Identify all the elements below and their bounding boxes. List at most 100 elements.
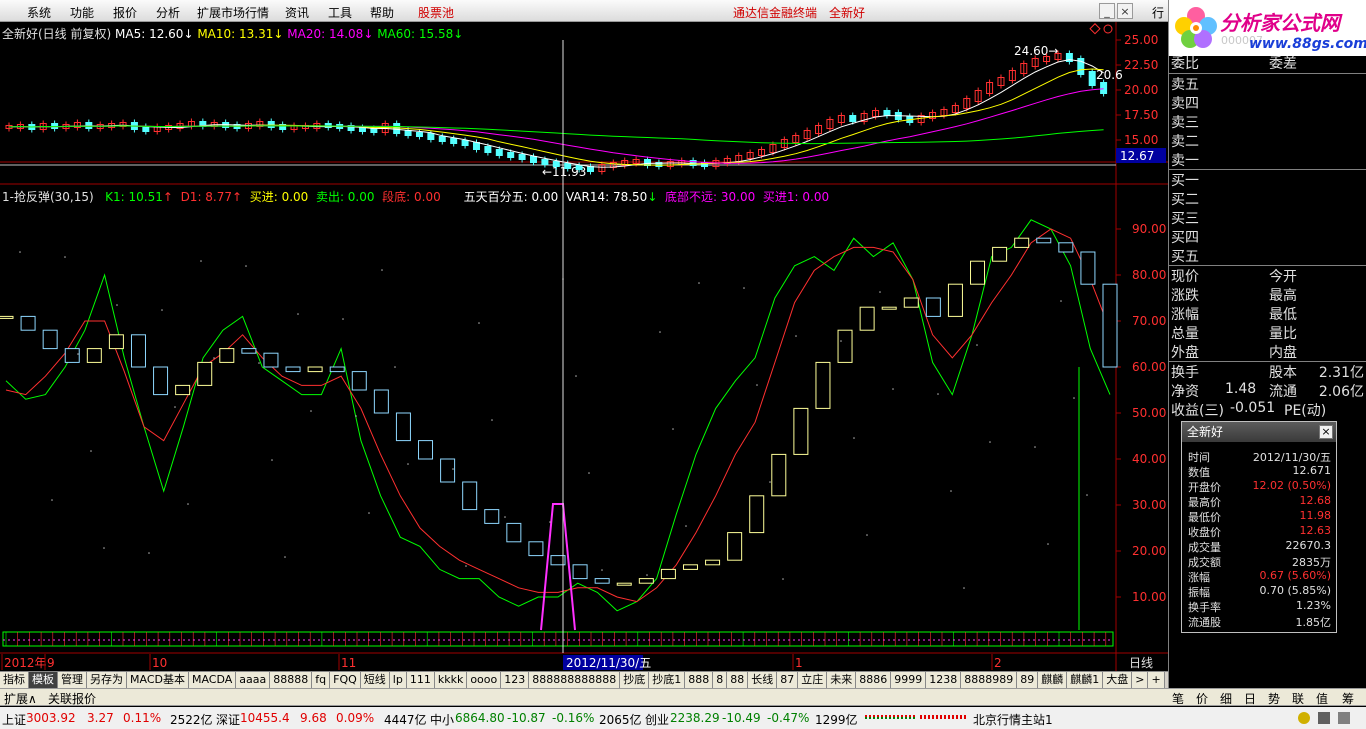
tab-value[interactable]: 值 bbox=[1316, 690, 1328, 707]
tab-related-quote[interactable]: 关联报价 bbox=[48, 690, 96, 707]
bid5-label: 买五 bbox=[1171, 249, 1199, 265]
indicator-tick-label: 40.00 bbox=[1132, 452, 1166, 466]
template-tab[interactable]: 麒麟 bbox=[1038, 672, 1068, 688]
tab-detail[interactable]: 细 bbox=[1220, 690, 1232, 707]
menu-extended-market[interactable]: 扩展市场行情 bbox=[197, 4, 269, 21]
var14-bar bbox=[307, 366, 323, 373]
scatter-dot bbox=[368, 512, 370, 514]
menu-quote[interactable]: 报价 bbox=[113, 4, 137, 21]
template-tab[interactable]: oooo bbox=[467, 672, 502, 688]
template-tab[interactable]: 短线 bbox=[360, 672, 390, 688]
tray-icon[interactable] bbox=[1338, 712, 1350, 724]
tab-daily[interactable]: 日 bbox=[1244, 690, 1256, 707]
tab-trades[interactable]: 笔 bbox=[1172, 690, 1184, 707]
template-tab[interactable]: 8 bbox=[713, 672, 728, 688]
change-pct-label: 涨幅 bbox=[1171, 307, 1199, 323]
template-tab[interactable]: + bbox=[1148, 672, 1165, 688]
date-axis-label: 2012年 bbox=[4, 656, 47, 670]
template-tab[interactable]: 抄底 bbox=[620, 672, 650, 688]
popup-row-label: 振幅 bbox=[1188, 586, 1210, 599]
template-tab[interactable]: 87 bbox=[777, 672, 799, 688]
template-tab[interactable]: 88888 bbox=[270, 672, 313, 688]
bid4-label: 买四 bbox=[1171, 230, 1199, 246]
tab-linked[interactable]: 联 bbox=[1292, 690, 1304, 707]
template-tab[interactable]: 麒麟1 bbox=[1067, 672, 1104, 688]
template-tab[interactable]: lp bbox=[389, 672, 407, 688]
menu-system[interactable]: 系统 bbox=[27, 4, 51, 21]
template-tab[interactable]: FQQ bbox=[330, 672, 361, 688]
menu-info[interactable]: 资讯 bbox=[285, 4, 309, 21]
popup-titlebar[interactable]: 全新好 bbox=[1182, 422, 1336, 442]
template-tab[interactable]: 另存为 bbox=[87, 672, 127, 688]
main-candle bbox=[404, 130, 412, 136]
menu-function[interactable]: 功能 bbox=[70, 4, 94, 21]
tab-trend[interactable]: 势 bbox=[1268, 690, 1280, 707]
template-tab[interactable]: 89 bbox=[1017, 672, 1039, 688]
template-tab[interactable]: 立庄 bbox=[798, 672, 828, 688]
template-tab[interactable]: 模板 bbox=[29, 672, 58, 688]
template-tab[interactable]: 抄底1 bbox=[649, 672, 686, 688]
var14-bar bbox=[771, 453, 787, 497]
minimize-icon[interactable]: _ bbox=[1099, 3, 1115, 19]
scatter-dot bbox=[950, 490, 952, 492]
template-tab[interactable]: 123 bbox=[501, 672, 530, 688]
tab-price[interactable]: 价 bbox=[1196, 690, 1208, 707]
tab-expand[interactable]: 扩展∧ bbox=[4, 690, 37, 707]
template-tab[interactable]: kkkk bbox=[434, 672, 468, 688]
template-tab[interactable]: 88 bbox=[727, 672, 749, 688]
template-tab[interactable]: 888 bbox=[685, 672, 714, 688]
template-tab[interactable]: 8888989 bbox=[961, 672, 1018, 688]
template-tab[interactable]: MACD基本 bbox=[127, 672, 189, 688]
chart-area[interactable]: 25.00 22.50 20.00 17.50 15.00 12.67 24.60→ 20.6… bbox=[0, 22, 1168, 672]
ask2-label: 卖二 bbox=[1171, 134, 1199, 150]
popup-row-value: 2012/11/30/五 bbox=[1252, 451, 1331, 464]
template-tab[interactable]: 长线 bbox=[748, 672, 778, 688]
date-axis-label: 9 bbox=[47, 656, 55, 670]
main-candle bbox=[518, 154, 526, 160]
menu-help[interactable]: 帮助 bbox=[370, 4, 394, 21]
current-price-label: 12.67 bbox=[1120, 149, 1154, 163]
menu-analysis[interactable]: 分析 bbox=[156, 4, 180, 21]
template-tab[interactable]: 大盘 bbox=[1103, 672, 1133, 688]
window-stock-name: 全新好 bbox=[829, 6, 866, 20]
scatter-dot bbox=[355, 415, 357, 417]
template-tab[interactable]: aaaa bbox=[236, 672, 271, 688]
bid1-label: 买一 bbox=[1171, 173, 1199, 189]
menu-stock-pool[interactable]: 股票池 bbox=[418, 4, 454, 21]
ask4-label: 卖四 bbox=[1171, 96, 1199, 112]
sme-index-pct: -0.16% bbox=[552, 711, 595, 725]
template-tab[interactable]: 8886 bbox=[856, 672, 892, 688]
template-tab[interactable]: > bbox=[1132, 672, 1149, 688]
template-tab[interactable]: 111 bbox=[406, 672, 435, 688]
scatter-dot bbox=[271, 459, 273, 461]
sz-index-price: 10455.4 bbox=[240, 711, 290, 725]
main-candle bbox=[415, 132, 423, 137]
scatter-dot bbox=[19, 251, 21, 253]
sme-index-amount: 2065亿 bbox=[599, 713, 642, 727]
var14-bar bbox=[749, 495, 765, 534]
menu-cut-item[interactable]: 行 bbox=[1152, 4, 1164, 21]
template-tab[interactable]: 指标 bbox=[0, 672, 29, 688]
var14-bar bbox=[970, 260, 986, 285]
var14-bar bbox=[418, 440, 434, 460]
var14-bar bbox=[42, 329, 58, 350]
template-tab[interactable]: 888888888888 bbox=[529, 672, 621, 688]
template-tab[interactable]: MACDA bbox=[188, 672, 237, 688]
popup-row: 时间 2012/11/30/五 bbox=[1188, 449, 1331, 464]
close-icon[interactable]: × bbox=[1117, 3, 1133, 19]
template-tab[interactable]: 未来 bbox=[827, 672, 857, 688]
var14-bar bbox=[1014, 237, 1030, 248]
template-tab[interactable]: 1238 bbox=[926, 672, 962, 688]
menu-tools[interactable]: 工具 bbox=[328, 4, 352, 21]
chart-canvas[interactable]: 25.0022.5020.0017.5015.0012.6724.60→20.6… bbox=[0, 22, 1168, 672]
server-name[interactable]: 北京行情主站1 bbox=[973, 711, 1053, 728]
tab-chips[interactable]: 筹 bbox=[1342, 690, 1354, 707]
template-tab[interactable]: 9999 bbox=[891, 672, 927, 688]
data-popup-window[interactable]: 全新好 × 时间 2012/11/30/五 数值 12.671 开盘价 12.02 (0.… bbox=[1181, 421, 1337, 633]
connection-icon[interactable] bbox=[1298, 712, 1310, 724]
settings-icon[interactable] bbox=[1318, 712, 1330, 724]
template-tab[interactable]: fq bbox=[312, 672, 331, 688]
date-axis-label: 2 bbox=[994, 656, 1002, 670]
template-tab[interactable]: 管理 bbox=[58, 672, 87, 688]
popup-close-icon[interactable]: × bbox=[1319, 425, 1333, 439]
